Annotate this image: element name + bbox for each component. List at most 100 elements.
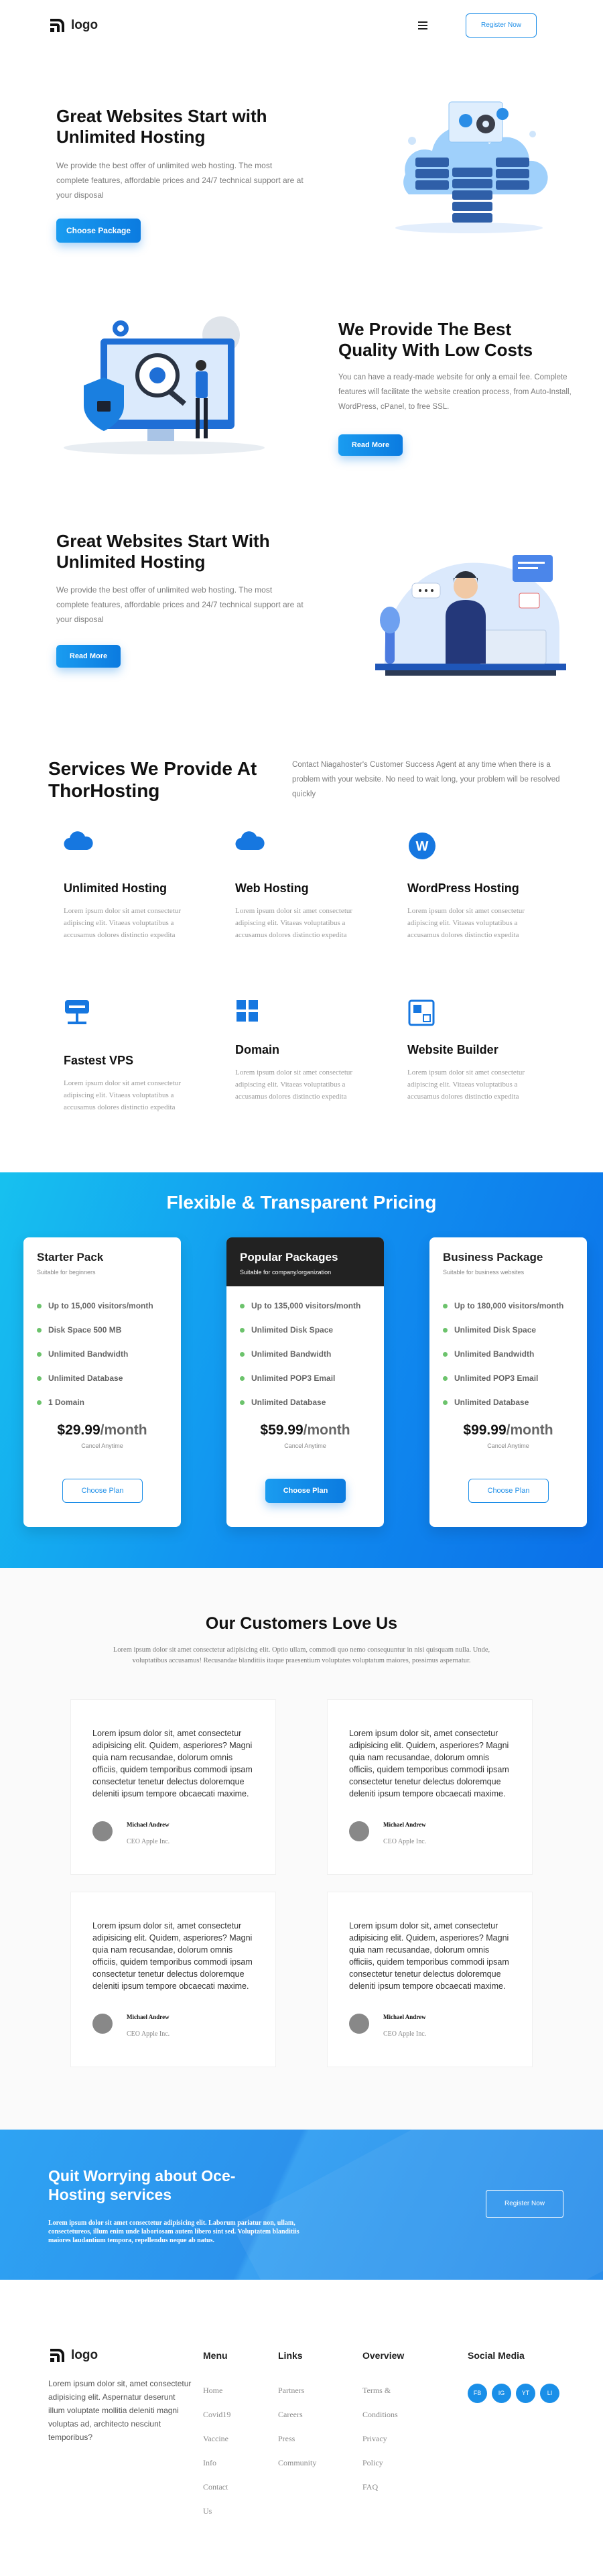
testimonial-quote: Lorem ipsum dolor sit, amet consectetur … — [349, 1729, 509, 1798]
hero3-text: We provide the best offer of unlimited w… — [56, 585, 304, 624]
social-icon[interactable]: YT — [516, 2384, 535, 2403]
footer-overview-item[interactable]: Conditions — [362, 2402, 436, 2427]
service-title: WordPress Hosting — [407, 881, 519, 895]
cta-register-button[interactable]: Register Now — [486, 2190, 563, 2218]
plan-price-period: /month — [303, 1422, 350, 1438]
hero2-text: You can have a ready-made website for on… — [338, 373, 572, 411]
footer-links-item[interactable]: Community — [278, 2451, 345, 2475]
server-icon — [64, 999, 90, 1032]
plan-feature: Up to 135,000 visitors/month — [240, 1294, 371, 1318]
register-button[interactable]: Register Now — [466, 13, 537, 38]
choose-package-button[interactable]: Choose Package — [56, 219, 141, 243]
hamburger-icon[interactable] — [418, 21, 427, 29]
footer-menu-item[interactable]: Covid19 — [203, 2402, 270, 2427]
plan-name: Starter Pack — [37, 1251, 104, 1264]
footer-social-title: Social Media — [468, 2350, 525, 2361]
hero3-title: Great Websites Start With Unlimited Host… — [56, 531, 270, 572]
read-more-button-1[interactable]: Read More — [338, 434, 403, 456]
hero2-title: We Provide The Best Quality With Low Cos… — [338, 319, 533, 360]
plan-price: $99.99/month — [429, 1422, 587, 1438]
read-more-button-2[interactable]: Read More — [56, 645, 121, 668]
footer-links-item[interactable]: Partners — [278, 2378, 345, 2402]
plan-subtitle: Suitable for beginners — [37, 1269, 96, 1276]
footer-menu-item[interactable]: Info — [203, 2451, 270, 2475]
services-intro: Contact Niagahoster's Customer Success A… — [292, 761, 560, 798]
footer-links-list: Partners Careers Press Community — [278, 2378, 345, 2475]
testimonial-quote: Lorem ipsum dolor sit, amet consectetur … — [92, 1921, 253, 1991]
footer-overview-list: Terms & Conditions Privacy Policy FAQ — [362, 2378, 436, 2499]
plan-feature: Disk Space 500 MB — [37, 1318, 168, 1342]
cloud-servers-illustration — [395, 101, 548, 233]
footer-overview-item[interactable]: Policy — [362, 2451, 436, 2475]
plan-feature: Unlimited Disk Space — [443, 1318, 574, 1342]
cta-title: Quit Worrying about Oce-Hosting services — [48, 2167, 236, 2203]
pricing-title: Flexible & Transparent Pricing — [166, 1192, 437, 1213]
footer-overview-item[interactable]: Terms & — [362, 2378, 436, 2402]
plan-cancel-note: Cancel Anytime — [81, 1443, 123, 1449]
testimonials-title: Our Customers Love Us — [205, 1614, 398, 1633]
security-illustration — [64, 316, 265, 454]
plan-feature: 1 Domain — [37, 1390, 168, 1414]
plan-price: $59.99/month — [226, 1422, 384, 1438]
plan-price: $29.99/month — [23, 1422, 181, 1438]
cloud-icon — [64, 831, 93, 855]
avatar — [349, 2014, 369, 2034]
plan-feature: Unlimited POP3 Email — [443, 1366, 574, 1390]
social-icon[interactable]: FB — [468, 2384, 487, 2403]
plan-cancel-note: Cancel Anytime — [487, 1443, 529, 1449]
logo[interactable]: logo — [48, 16, 98, 35]
footer-overview-item[interactable]: FAQ — [362, 2475, 436, 2499]
footer-menu-item[interactable]: Home — [203, 2378, 270, 2402]
pricing-card-header: Business Package Suitable for business we… — [429, 1237, 587, 1286]
testimonial-quote: Lorem ipsum dolor sit, amet consectetur … — [92, 1729, 253, 1798]
hero1-title: Great Websites Start with Unlimited Host… — [56, 106, 267, 147]
plan-name: Popular Packages — [240, 1251, 338, 1264]
footer-menu-item[interactable]: Us — [203, 2499, 270, 2523]
service-text: Lorem ipsum dolor sit amet consectetur a… — [407, 907, 525, 939]
grid-icon — [235, 999, 259, 1026]
plan-subtitle: Suitable for business websites — [443, 1269, 525, 1276]
testimonials-intro: Lorem ipsum dolor sit amet consectetur a… — [113, 1646, 490, 1664]
social-icon[interactable]: IG — [492, 2384, 511, 2403]
plan-feature: Up to 180,000 visitors/month — [443, 1294, 574, 1318]
plan-cancel-note: Cancel Anytime — [284, 1443, 326, 1449]
testimonial-name: Michael Andrew — [383, 1821, 426, 1828]
testimonial-role: CEO Apple Inc. — [383, 2030, 427, 2038]
social-icon[interactable]: LI — [540, 2384, 559, 2403]
choose-plan-button[interactable]: Choose Plan — [62, 1479, 143, 1503]
pricing-card: Popular Packages Suitable for company/org… — [226, 1237, 384, 1527]
footer-overview-item[interactable]: Privacy — [362, 2427, 436, 2451]
service-text: Lorem ipsum dolor sit amet consectetur a… — [64, 907, 182, 939]
footer-logo[interactable]: logo — [48, 2346, 98, 2365]
service-title: Web Hosting — [235, 881, 309, 895]
footer-menu-item[interactable]: Vaccine — [203, 2427, 270, 2451]
plan-features: Up to 15,000 visitors/month Disk Space 50… — [23, 1286, 181, 1414]
cta-text: Lorem ipsum dolor sit amet consectetur a… — [48, 2219, 299, 2244]
plan-feature: Up to 15,000 visitors/month — [37, 1294, 168, 1318]
pricing-card-header: Popular Packages Suitable for company/org… — [226, 1237, 384, 1286]
plan-feature: Unlimited Bandwidth — [240, 1342, 371, 1366]
service-title: Fastest VPS — [64, 1054, 134, 1067]
choose-plan-button[interactable]: Choose Plan — [265, 1479, 346, 1503]
choose-plan-button[interactable]: Choose Plan — [468, 1479, 549, 1503]
plan-subtitle: Suitable for company/organization — [240, 1269, 332, 1276]
plan-feature: Unlimited Bandwidth — [443, 1342, 574, 1366]
plan-feature: Unlimited POP3 Email — [240, 1366, 371, 1390]
cloud-icon — [235, 831, 265, 855]
plan-feature: Unlimited Database — [37, 1366, 168, 1390]
footer-links-item[interactable]: Press — [278, 2427, 345, 2451]
plan-price-amount: $29.99 — [57, 1422, 100, 1438]
testimonial-quote: Lorem ipsum dolor sit, amet consectetur … — [349, 1921, 509, 1991]
footer-about: Lorem ipsum dolor sit, amet consectetur … — [48, 2379, 192, 2442]
footer-links-item[interactable]: Careers — [278, 2402, 345, 2427]
svg-text:W: W — [416, 839, 429, 854]
service-text: Lorem ipsum dolor sit amet consectetur a… — [235, 907, 353, 939]
footer-menu-list: Home Covid19 Vaccine Info Contact Us — [203, 2378, 270, 2523]
testimonial-name: Michael Andrew — [127, 1821, 170, 1828]
footer-menu-item[interactable]: Contact — [203, 2475, 270, 2499]
service-text: Lorem ipsum dolor sit amet consectetur a… — [407, 1068, 525, 1101]
plan-price-amount: $59.99 — [260, 1422, 304, 1438]
plan-feature: Unlimited Disk Space — [240, 1318, 371, 1342]
hero1-text: We provide the best offer of unlimited w… — [56, 161, 304, 200]
testimonial-role: CEO Apple Inc. — [383, 1838, 427, 1845]
